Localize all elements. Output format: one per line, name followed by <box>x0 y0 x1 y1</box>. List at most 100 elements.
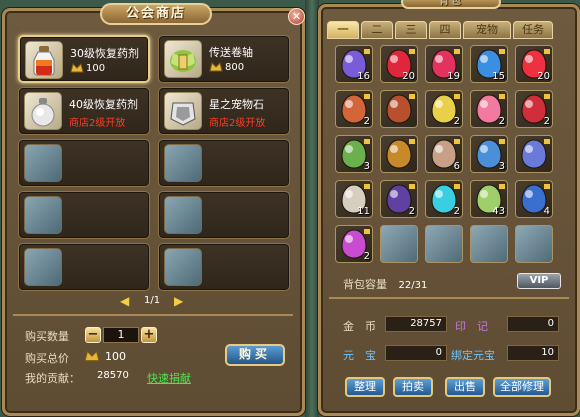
tab-quests[interactable]: 任务 <box>513 21 553 39</box>
bag-item-slot[interactable]: 20 <box>515 45 553 83</box>
tab-pets[interactable]: 宠物 <box>463 21 511 39</box>
bag-item-slot[interactable]: 16 <box>335 45 373 83</box>
prev-page-button[interactable]: ◀ <box>120 294 132 308</box>
shop-item-slot[interactable]: 传送卷轴 800 <box>158 35 290 83</box>
total-label: 购买总价 <box>25 352 69 365</box>
lock-icon <box>454 94 460 99</box>
bag-item-slot[interactable]: 3 <box>335 135 373 173</box>
bag-item-slot[interactable]: 2 <box>425 90 463 128</box>
bag-item-slot[interactable]: 19 <box>425 45 463 83</box>
empty-shop-slot <box>18 139 150 187</box>
item-count: 4 <box>543 206 550 217</box>
empty-shop-slot <box>158 243 290 291</box>
lock-icon <box>409 184 415 189</box>
auction-button[interactable]: 拍卖 <box>393 377 433 397</box>
item-count: 2 <box>408 206 415 217</box>
empty-bag-slot[interactable] <box>515 225 553 263</box>
lock-icon <box>499 94 505 99</box>
bag-item-slot[interactable]: 4 <box>515 180 553 218</box>
sort-button[interactable]: 整理 <box>345 377 385 397</box>
guild-coin-icon <box>209 62 223 72</box>
qty-input[interactable]: 1 <box>103 327 139 343</box>
lock-icon <box>499 184 505 189</box>
tab-3[interactable]: 三 <box>395 21 427 39</box>
item-count: 16 <box>357 71 370 82</box>
item-count: 6 <box>453 161 460 172</box>
lock-icon <box>544 94 550 99</box>
bag-item-slot[interactable]: 2 <box>470 90 508 128</box>
shop-item-price: 800 <box>225 62 245 73</box>
bag-item-slot[interactable]: 2 <box>335 90 373 128</box>
bag-item-slot[interactable]: 6 <box>425 135 463 173</box>
bag-item-slot[interactable]: 2 <box>380 180 418 218</box>
backpack-panel: 背包 一 二 三 四 宠物 任务 16 20 19 15 20 2 2 2 2 3 6 3 11 2 2 43… <box>318 0 580 416</box>
shop-title: 公会商店 <box>100 3 212 25</box>
qty-label: 购买数量 <box>25 330 69 343</box>
repair-all-button[interactable]: 全部修理 <box>493 377 551 397</box>
bag-item-slot[interactable]: 15 <box>470 45 508 83</box>
guild-coin-icon <box>70 63 84 73</box>
shop-divider <box>13 314 293 316</box>
capacity-label: 背包容量 <box>343 278 387 291</box>
bag-item-slot[interactable]: 20 <box>380 45 418 83</box>
item-count: 2 <box>453 206 460 217</box>
seal-value: 0 <box>507 316 559 332</box>
capacity-row: 背包容量 22/31 <box>343 276 427 292</box>
empty-bag-slot[interactable] <box>380 225 418 263</box>
bag-item-slot[interactable]: 43 <box>470 180 508 218</box>
bag-item-slot[interactable]: 3 <box>470 135 508 173</box>
empty-shop-slot <box>158 139 290 187</box>
shop-item-name: 40级恢复药剂 <box>69 98 138 111</box>
bag-title: 背包 <box>401 0 501 9</box>
lock-icon <box>364 49 370 54</box>
seal-label: 印 记 <box>455 320 488 333</box>
lock-icon <box>544 139 550 144</box>
bag-item-slot[interactable] <box>515 135 553 173</box>
bound-yuanbao-value: 10 <box>507 345 559 361</box>
bag-item-slot[interactable] <box>380 90 418 128</box>
shop-item-slot[interactable]: 40级恢复药剂 商店2级开放 <box>18 87 150 135</box>
lock-icon <box>454 139 460 144</box>
close-icon[interactable]: ✕ <box>288 8 305 25</box>
bag-item-slot[interactable]: 2 <box>515 90 553 128</box>
locked-notice: 商店2级开放 <box>209 118 266 129</box>
shop-item-name: 星之宠物石 <box>209 98 264 111</box>
lock-icon <box>364 139 370 144</box>
item-count: 20 <box>402 71 415 82</box>
tab-4[interactable]: 四 <box>429 21 461 39</box>
item-count: 11 <box>357 206 370 217</box>
bag-item-slot[interactable]: 2 <box>425 180 463 218</box>
qty-plus-button[interactable]: + <box>141 327 157 343</box>
lock-icon <box>499 49 505 54</box>
lock-icon <box>544 49 550 54</box>
yuanbao-label: 元 宝 <box>343 349 376 362</box>
bag-item-slot[interactable]: 2 <box>335 225 373 263</box>
shop-item-slot[interactable]: 30级恢复药剂 100 <box>18 35 150 83</box>
shop-item-name: 30级恢复药剂 <box>70 47 139 60</box>
contribution-label: 我的贡献： <box>25 372 80 385</box>
bag-item-slot[interactable]: 11 <box>335 180 373 218</box>
lock-icon <box>364 184 370 189</box>
next-page-button[interactable]: ▶ <box>174 294 186 308</box>
bag-tabs: 一 二 三 四 宠物 任务 <box>327 21 573 41</box>
qty-minus-button[interactable]: − <box>85 327 101 343</box>
sell-button[interactable]: 出售 <box>445 377 485 397</box>
tab-2[interactable]: 二 <box>361 21 393 39</box>
tab-1[interactable]: 一 <box>327 21 359 39</box>
guild-shop-panel: 公会商店 30级恢复药剂 100 传送卷轴 800 40级恢复药剂 商店2级开放… <box>2 3 305 416</box>
vip-button[interactable]: VIP <box>517 273 561 289</box>
shop-item-slot[interactable]: 星之宠物石 商店2级开放 <box>158 87 290 135</box>
item-count: 2 <box>363 116 370 127</box>
item-count: 2 <box>498 116 505 127</box>
total-price: 100 <box>105 350 126 363</box>
empty-shop-slot <box>18 191 150 239</box>
bag-item-slot[interactable] <box>380 135 418 173</box>
quick-donate-link[interactable]: 快速捐献 <box>147 370 191 386</box>
lock-icon <box>409 94 415 99</box>
empty-bag-slot[interactable] <box>425 225 463 263</box>
empty-bag-slot[interactable] <box>470 225 508 263</box>
item-count: 2 <box>363 251 370 262</box>
empty-shop-slot <box>158 191 290 239</box>
buy-button[interactable]: 购买 <box>225 344 285 366</box>
background-divider <box>305 0 319 417</box>
